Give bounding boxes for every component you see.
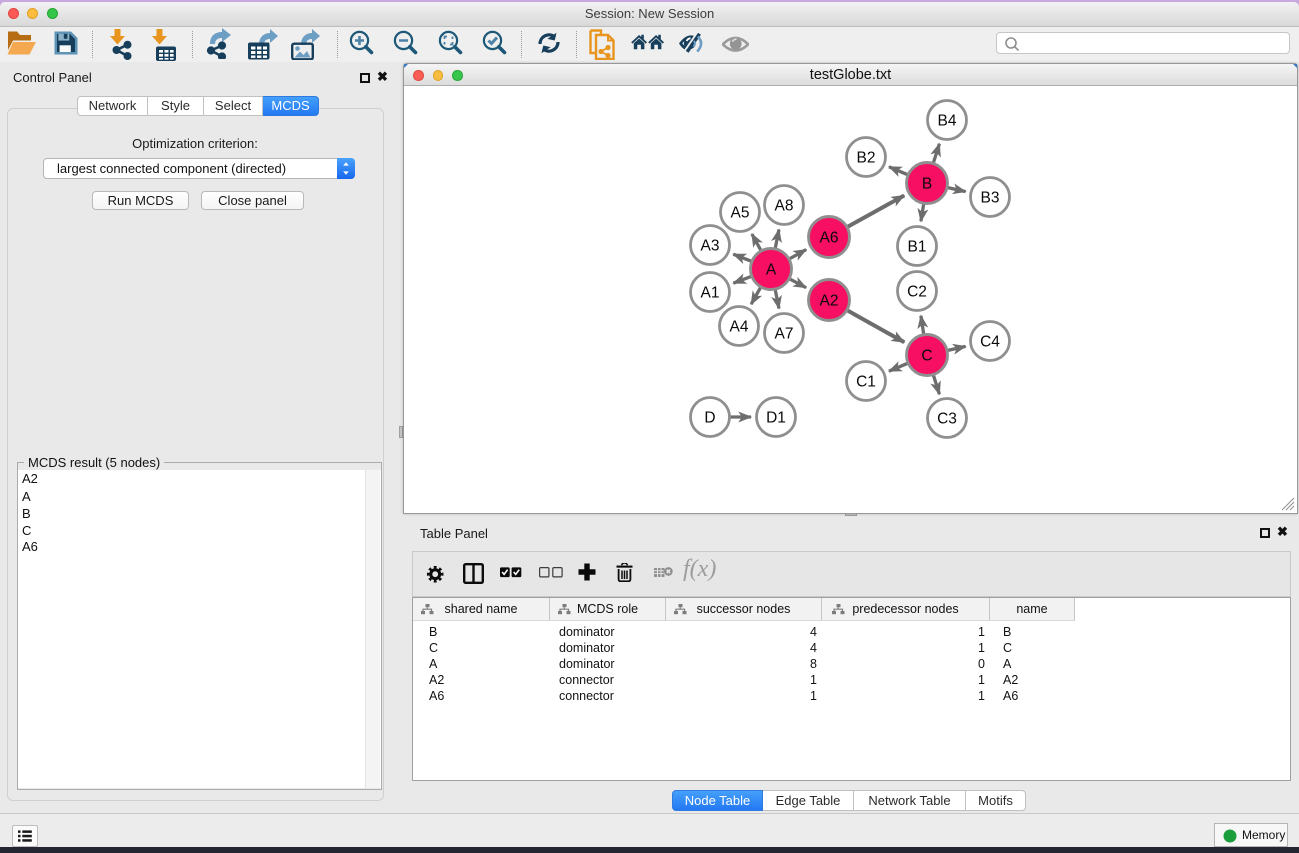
- svg-text:A2: A2: [820, 292, 839, 309]
- svg-text:A1: A1: [701, 284, 720, 301]
- svg-text:C1: C1: [856, 373, 876, 390]
- svg-text:B: B: [922, 175, 932, 192]
- svg-text:D: D: [704, 409, 715, 426]
- svg-text:A3: A3: [701, 237, 720, 254]
- svg-text:C: C: [921, 347, 932, 364]
- svg-text:B4: B4: [938, 112, 957, 129]
- svg-text:C2: C2: [907, 283, 927, 300]
- svg-text:D1: D1: [766, 409, 786, 426]
- svg-text:A7: A7: [775, 325, 794, 342]
- svg-text:A: A: [766, 261, 777, 278]
- svg-text:A4: A4: [730, 318, 749, 335]
- svg-text:C4: C4: [980, 333, 1000, 350]
- svg-text:B3: B3: [981, 189, 1000, 206]
- svg-text:A8: A8: [775, 197, 794, 214]
- svg-text:A6: A6: [820, 229, 839, 246]
- svg-text:C3: C3: [937, 410, 957, 427]
- svg-text:B2: B2: [857, 149, 876, 166]
- svg-text:B1: B1: [908, 238, 927, 255]
- svg-text:A5: A5: [731, 204, 750, 221]
